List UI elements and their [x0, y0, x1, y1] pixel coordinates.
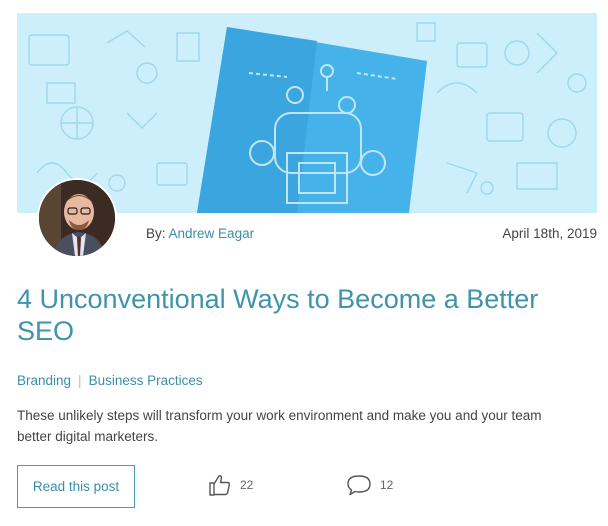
category-separator: |	[78, 373, 82, 388]
robot-blueprint-illustration	[28, 22, 587, 213]
category-link[interactable]: Branding	[17, 373, 71, 388]
read-post-button[interactable]: Read this post	[17, 465, 135, 508]
category-link[interactable]: Business Practices	[89, 373, 203, 388]
like-button[interactable]: 22	[208, 474, 253, 496]
post-excerpt: These unlikely steps will transform your…	[17, 408, 542, 444]
comment-button[interactable]: 12	[346, 474, 393, 496]
author-avatar[interactable]	[37, 178, 117, 258]
like-count: 22	[240, 478, 254, 492]
byline: By: Andrew Eagar	[146, 226, 254, 241]
post-date: April 18th, 2019	[502, 226, 597, 241]
post-title[interactable]: 4 Unconventional Ways to Become a Better…	[17, 283, 577, 347]
byline-prefix: By:	[146, 226, 166, 241]
hero-illustration	[17, 13, 597, 213]
comment-count: 12	[380, 478, 394, 492]
category-list: Branding | Business Practices	[17, 373, 203, 388]
speech-bubble-icon	[347, 475, 371, 496]
author-photo	[39, 180, 115, 256]
thumbs-up-icon	[209, 475, 231, 496]
author-link[interactable]: Andrew Eagar	[169, 226, 255, 241]
